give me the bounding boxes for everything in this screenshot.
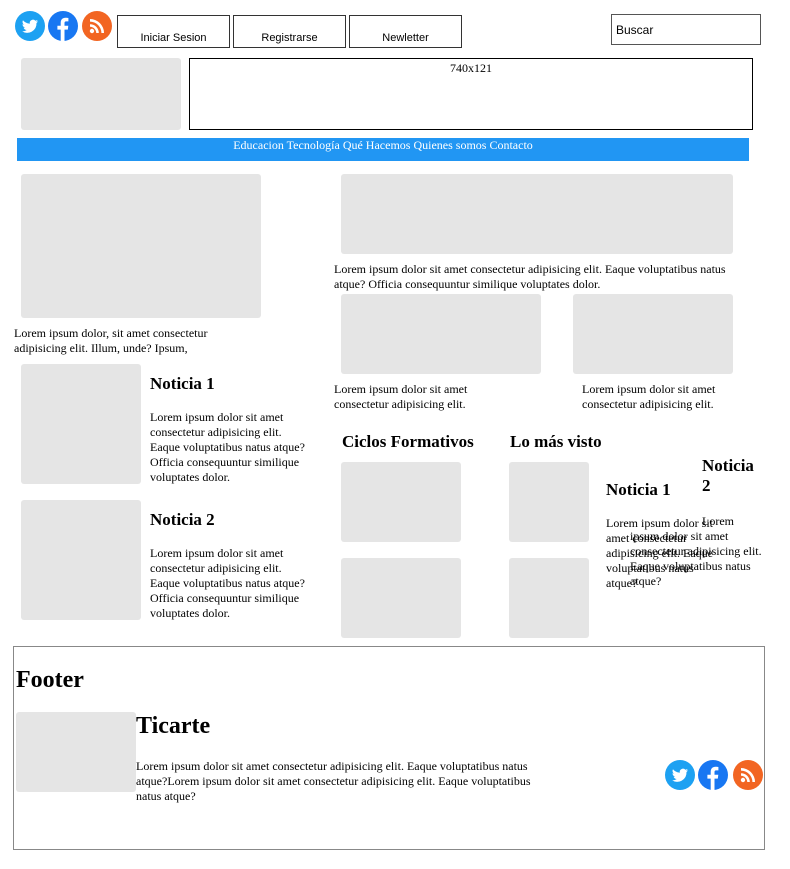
ciclos-title: Ciclos Formativos [342,432,474,451]
mas-visto-news-2-text: Lorem ipsum dolor sit amet consectetur a… [630,514,762,588]
footer: Footer Ticarte Lorem ipsum dolor sit ame… [13,646,765,850]
ciclo-2-image [341,558,461,638]
footer-heading: Footer [16,667,84,693]
logo-placeholder [21,58,181,130]
search-input[interactable] [611,14,761,45]
newsletter-button[interactable]: Newletter [349,15,462,48]
right-small-2-text: Lorem ipsum dolor sit amet consectetur a… [582,382,716,411]
news-2-image [21,500,141,620]
right-small-1-image [341,294,541,374]
left-feature-text: Lorem ipsum dolor, sit amet consectetur … [14,326,208,355]
footer-text: Lorem ipsum dolor sit amet consectetur a… [136,759,531,803]
nav-item-quienes-somos[interactable]: Quienes somos [413,138,486,152]
right-small-2-image [573,294,733,374]
news-1-text: Lorem ipsum dolor sit amet consectetur a… [150,410,305,484]
right-feature-text: Lorem ipsum dolor sit amet consectetur a… [334,262,726,291]
facebook-icon[interactable] [698,760,728,790]
mas-visto-news-1-title: Noticia 1 [606,480,671,499]
footer-logo-placeholder [16,712,136,792]
mas-visto-news-2-title: Noticia 2 [702,456,754,495]
facebook-icon[interactable] [48,11,78,41]
mas-visto-2-image [509,558,589,638]
news-1-title: Noticia 1 [150,374,215,393]
nav-item-educacion[interactable]: Educacion [233,138,284,152]
banner-size-label: 740x121 [450,61,492,75]
nav-item-contacto[interactable]: Contacto [489,138,532,152]
rss-icon[interactable] [82,11,112,41]
twitter-icon[interactable] [665,760,695,790]
nav-item-que-hacemos[interactable]: Qué Hacemos [343,138,411,152]
ciclo-1-image [341,462,461,542]
ad-banner: 740x121 [189,58,753,130]
nav-item-tecnologia[interactable]: Tecnología [287,138,340,152]
news-1-image [21,364,141,484]
footer-brand: Ticarte [136,713,211,739]
mas-visto-1-image [509,462,589,542]
right-small-1-text: Lorem ipsum dolor sit amet consectetur a… [334,382,468,411]
left-feature-image [21,174,261,318]
mas-visto-title: Lo más visto [510,432,602,451]
right-feature-image [341,174,733,254]
rss-icon[interactable] [733,760,763,790]
main-nav: Educacion Tecnología Qué Hacemos Quienes… [17,138,749,161]
login-button[interactable]: Iniciar Sesion [117,15,230,48]
news-2-text: Lorem ipsum dolor sit amet consectetur a… [150,546,305,620]
news-2-title: Noticia 2 [150,510,215,529]
register-button[interactable]: Registrarse [233,15,346,48]
twitter-icon[interactable] [15,11,45,41]
